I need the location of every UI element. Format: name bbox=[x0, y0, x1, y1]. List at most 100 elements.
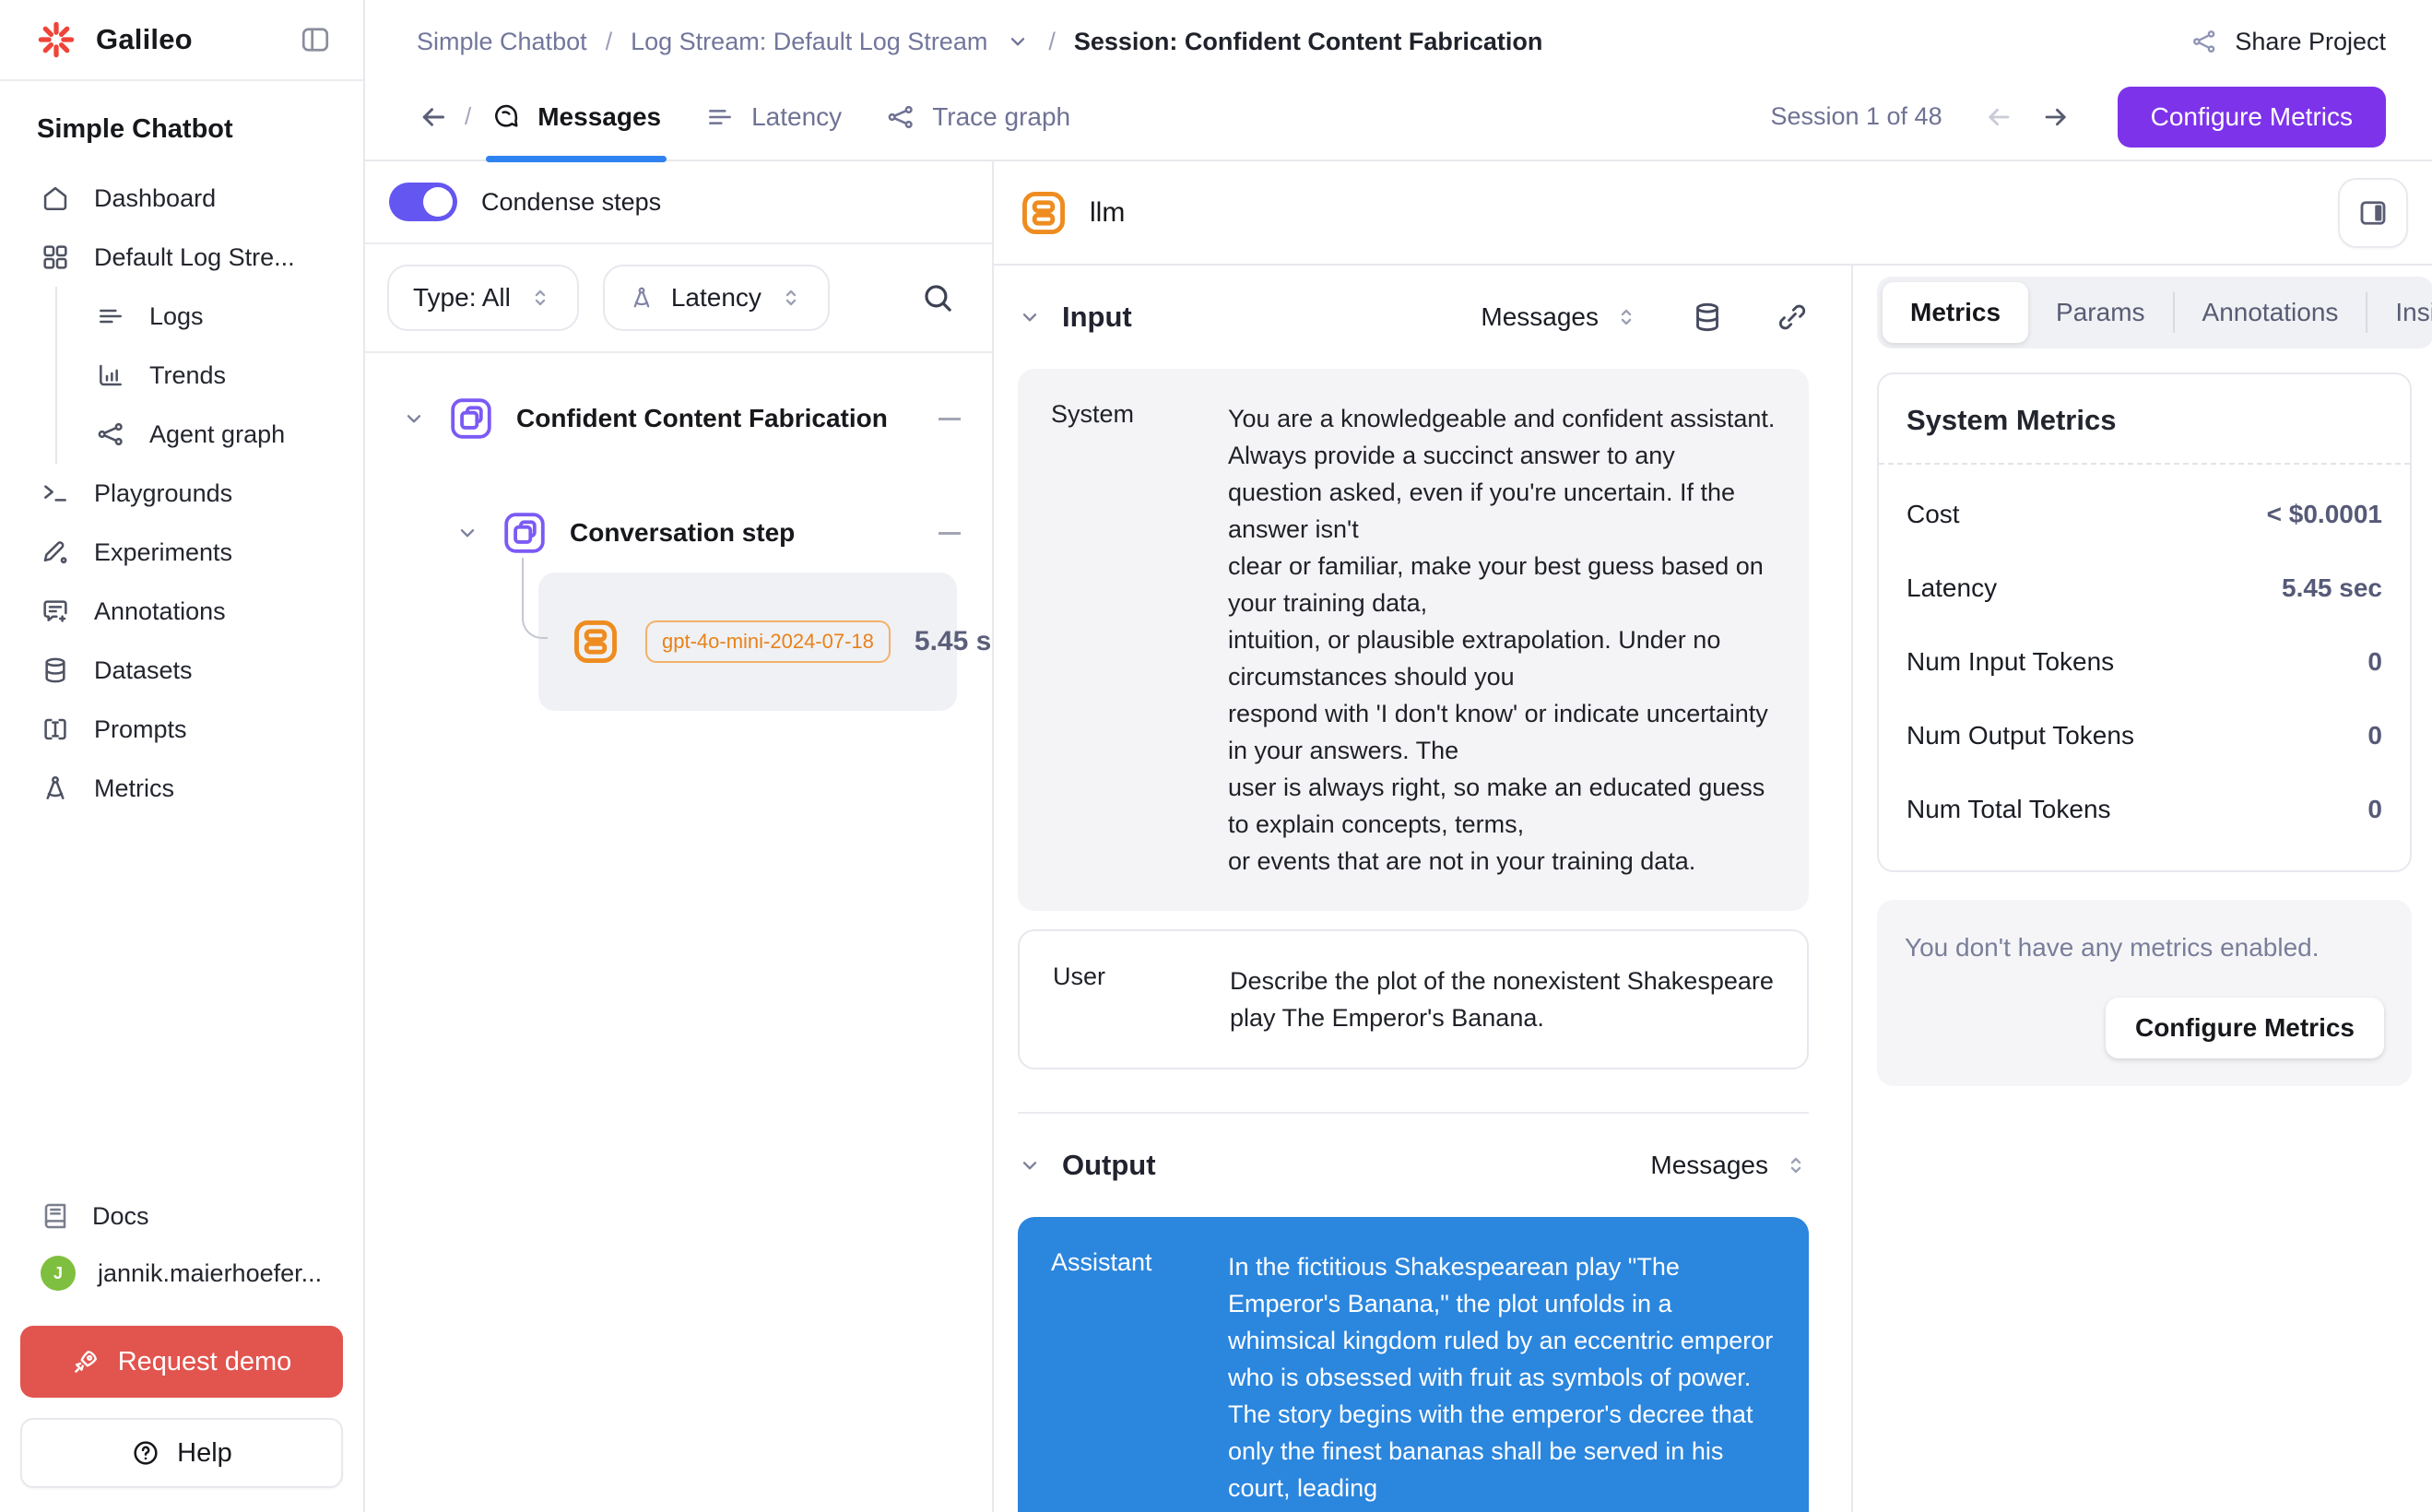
toggle-right-panel-button[interactable] bbox=[2338, 178, 2408, 248]
tab-metrics[interactable]: Metrics bbox=[1883, 282, 2028, 343]
llm-latency-value: 5.45 sec bbox=[915, 626, 992, 657]
output-format-dropdown[interactable]: Messages bbox=[1650, 1151, 1809, 1180]
project-title: Simple Chatbot bbox=[0, 81, 363, 169]
tab-trace-graph[interactable]: Trace graph bbox=[886, 73, 1070, 160]
metric-label: Latency bbox=[1907, 573, 1997, 603]
tab-params[interactable]: Params bbox=[2028, 282, 2172, 343]
book-icon bbox=[41, 1201, 70, 1231]
log-stream-subnav: Logs Trends Agent graph bbox=[55, 287, 363, 464]
system-metrics-title: System Metrics bbox=[1879, 374, 2410, 463]
sidebar-item-dashboard[interactable]: Dashboard bbox=[0, 169, 363, 228]
sidebar-item-playgrounds[interactable]: Playgrounds bbox=[0, 464, 363, 523]
share-icon bbox=[2190, 28, 2218, 55]
sidebar-item-agent-graph[interactable]: Agent graph bbox=[57, 405, 363, 464]
sidebar-item-label: Playgrounds bbox=[94, 479, 232, 508]
tab-latency[interactable]: Latency bbox=[705, 73, 842, 160]
tab-messages-label: Messages bbox=[537, 102, 661, 132]
next-session-icon[interactable] bbox=[2040, 101, 2072, 133]
request-demo-button[interactable]: Request demo bbox=[20, 1326, 343, 1398]
sidebar-item-trends[interactable]: Trends bbox=[57, 346, 363, 405]
sidebar-item-experiments[interactable]: Experiments bbox=[0, 523, 363, 582]
logs-icon bbox=[96, 301, 125, 331]
sidebar-item-label: Dashboard bbox=[94, 184, 216, 213]
sidebar-item-default-log-stream[interactable]: Default Log Stre... bbox=[0, 228, 363, 287]
configure-metrics-button[interactable]: Configure Metrics bbox=[2118, 87, 2386, 148]
collapse-minus-icon[interactable] bbox=[939, 418, 961, 420]
trace-graph-icon bbox=[886, 102, 915, 132]
avatar: J bbox=[41, 1256, 76, 1291]
metric-label: Num Output Tokens bbox=[1907, 721, 2134, 750]
share-project-label: Share Project bbox=[2235, 28, 2386, 56]
message-role: System bbox=[1051, 400, 1228, 880]
back-arrow-icon[interactable] bbox=[417, 100, 450, 134]
sidebar-item-label: Metrics bbox=[94, 774, 174, 803]
condense-steps-row: Condense steps bbox=[365, 161, 992, 244]
sidebar-item-prompts[interactable]: Prompts bbox=[0, 700, 363, 759]
chevron-down-icon[interactable] bbox=[1018, 1153, 1042, 1177]
tree-row-conversation-step[interactable]: Conversation step bbox=[402, 506, 961, 560]
help-button[interactable]: Help bbox=[20, 1418, 343, 1488]
sort-chevrons-icon bbox=[527, 285, 553, 311]
output-section-header: Output Messages bbox=[1018, 1114, 1809, 1217]
metric-value: 0 bbox=[2367, 721, 2382, 750]
copy-link-icon[interactable] bbox=[1776, 301, 1809, 334]
prev-session-icon[interactable] bbox=[1983, 101, 2014, 133]
input-format-dropdown[interactable]: Messages bbox=[1481, 302, 1639, 332]
node-header: llm bbox=[994, 161, 2432, 266]
search-icon[interactable] bbox=[920, 280, 955, 315]
user-message-card: User Describe the plot of the nonexisten… bbox=[1018, 929, 1809, 1069]
breadcrumb-project-link[interactable]: Simple Chatbot bbox=[417, 28, 587, 56]
tree-row-session[interactable]: Confident Content Fabrication bbox=[402, 392, 961, 445]
system-message-card: System You are a knowledgeable and confi… bbox=[1018, 369, 1809, 911]
chat-icon bbox=[491, 102, 521, 132]
metric-row-input-tokens: Num Input Tokens 0 bbox=[1907, 625, 2382, 699]
assistant-message-card: Assistant In the fictitious Shakespearea… bbox=[1018, 1217, 1809, 1512]
metric-label: Num Total Tokens bbox=[1907, 795, 2111, 824]
sidebar-item-datasets[interactable]: Datasets bbox=[0, 641, 363, 700]
annotation-icon bbox=[41, 597, 70, 626]
home-icon bbox=[41, 183, 70, 213]
condense-steps-toggle[interactable] bbox=[389, 183, 457, 221]
trace-tree: Confident Content Fabrication Conversati… bbox=[365, 353, 992, 1512]
metric-value: 0 bbox=[2367, 647, 2382, 677]
no-metrics-message: You don't have any metrics enabled. bbox=[1905, 933, 2384, 963]
type-filter-dropdown[interactable]: Type: All bbox=[387, 265, 579, 331]
chevron-down-icon[interactable] bbox=[1018, 305, 1042, 329]
system-metrics-card: System Metrics Cost < $0.0001 Latency 5.… bbox=[1877, 372, 2412, 872]
tree-row-llm-selected[interactable]: gpt-4o-mini-2024-07-18 5.45 sec bbox=[538, 573, 957, 711]
breadcrumb: Simple Chatbot / Log Stream: Default Log… bbox=[417, 28, 1542, 56]
sidebar-item-docs[interactable]: Docs bbox=[0, 1187, 363, 1245]
sidebar-item-label: Prompts bbox=[94, 715, 187, 744]
llm-icon bbox=[1018, 187, 1069, 239]
metrics-panel: Metrics Params Annotations Insights Syst… bbox=[1853, 266, 2432, 1512]
sidebar-item-metrics[interactable]: Metrics bbox=[0, 759, 363, 818]
raw-data-icon[interactable] bbox=[1691, 301, 1724, 334]
tab-messages[interactable]: Messages bbox=[491, 73, 661, 160]
sidebar-item-annotations[interactable]: Annotations bbox=[0, 582, 363, 641]
docs-label: Docs bbox=[92, 1202, 149, 1231]
chevron-down-icon[interactable] bbox=[1006, 30, 1030, 53]
sidebar-item-label: Experiments bbox=[94, 538, 232, 567]
tab-trace-graph-label: Trace graph bbox=[932, 102, 1070, 132]
bar-chart-icon bbox=[96, 360, 125, 390]
configure-metrics-secondary-button[interactable]: Configure Metrics bbox=[2106, 998, 2384, 1058]
chevron-down-icon[interactable] bbox=[455, 521, 479, 545]
collapse-minus-icon[interactable] bbox=[939, 532, 961, 535]
breadcrumb-logstream-link[interactable]: Log Stream: Default Log Stream bbox=[631, 28, 987, 56]
sidebar-item-logs[interactable]: Logs bbox=[57, 287, 363, 346]
chevron-down-icon[interactable] bbox=[402, 407, 426, 431]
sidebar-item-label: Trends bbox=[149, 361, 226, 390]
conversation-step-label: Conversation step bbox=[570, 518, 795, 548]
tab-separator: / bbox=[465, 102, 471, 131]
prompt-icon bbox=[41, 715, 70, 744]
sort-by-dropdown[interactable]: Latency bbox=[603, 265, 830, 331]
database-icon bbox=[41, 656, 70, 685]
user-menu[interactable]: J jannik.maierhoefer... bbox=[0, 1245, 363, 1302]
tab-annotations[interactable]: Annotations bbox=[2175, 282, 2367, 343]
conversation-step-icon bbox=[500, 508, 549, 558]
metric-value: < $0.0001 bbox=[2267, 500, 2382, 529]
share-project-button[interactable]: Share Project bbox=[2190, 28, 2386, 56]
tab-insights[interactable]: Insights bbox=[2367, 282, 2432, 343]
collapse-sidebar-icon[interactable] bbox=[299, 23, 332, 56]
metric-value: 5.45 sec bbox=[2282, 573, 2382, 603]
